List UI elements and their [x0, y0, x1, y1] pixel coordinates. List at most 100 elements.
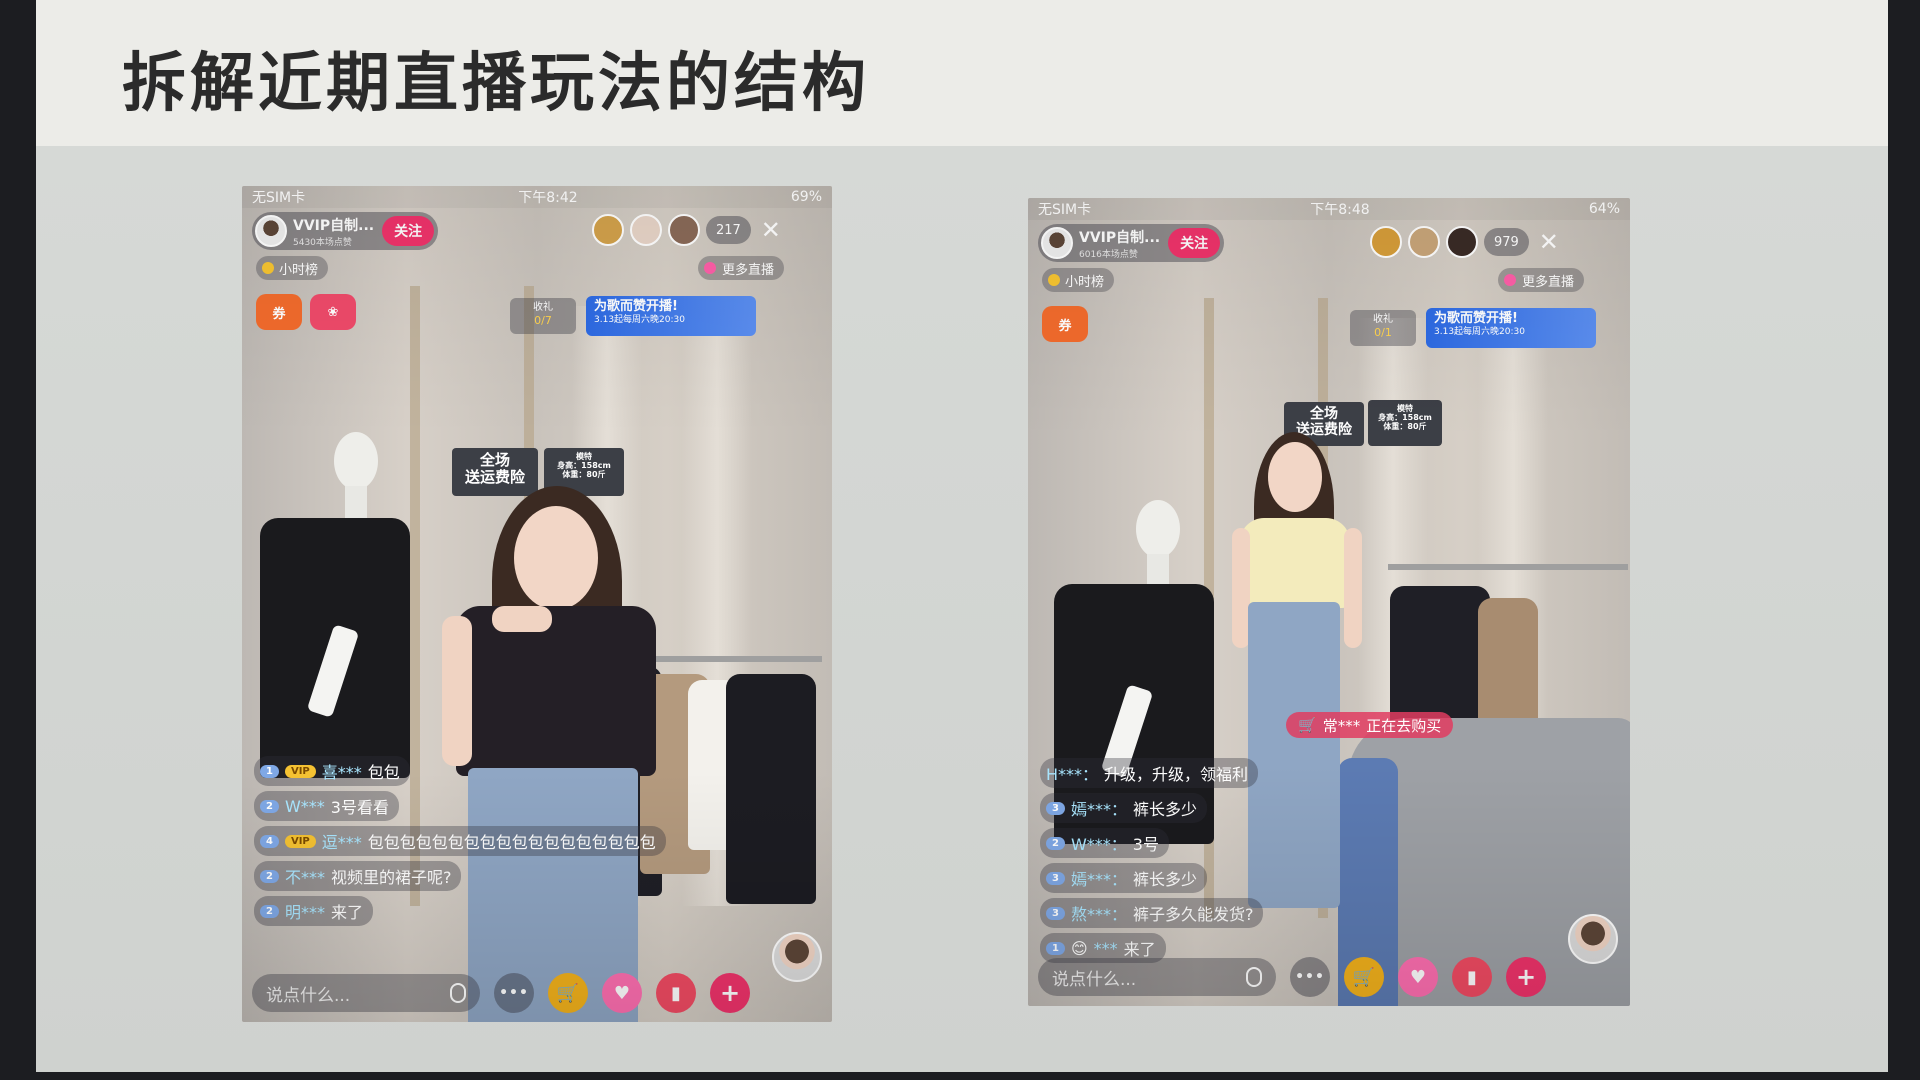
live-icon — [1504, 274, 1516, 286]
user-level-badge: 4 — [260, 834, 279, 848]
bottom-action-bar: 说点什么... ••• 🛒 ♥ ▮ + — [242, 964, 832, 1022]
heart-icon[interactable]: ♥ — [1398, 957, 1438, 997]
live-icon — [704, 262, 716, 274]
more-live-pill[interactable]: 更多直播 — [1498, 268, 1585, 292]
gift-icon[interactable]: ▮ — [1452, 957, 1492, 997]
event-banner[interactable]: 为歌而赞开播! 3.13起每周六晚20:30 — [1426, 308, 1596, 348]
viewer-count[interactable]: 979 — [1484, 228, 1529, 256]
carrier-text: 无SIM卡 — [1038, 202, 1092, 218]
event-banner[interactable]: 为歌而赞开播! 3.13起每周六晚20:30 — [586, 296, 756, 336]
title-band: 拆解近期直播玩法的结构 — [36, 0, 1888, 146]
more-button[interactable]: ••• — [494, 973, 534, 1013]
top-viewers: 979 ✕ — [1370, 226, 1563, 258]
viewer-avatar[interactable] — [592, 214, 624, 246]
chat-text: 包包包包包包包包包包包包包包包包包包 — [367, 833, 656, 852]
host-name: VVIP自制... — [1079, 229, 1161, 246]
chat-text: 包包 — [367, 763, 400, 782]
microphone-icon[interactable] — [1246, 967, 1262, 987]
chat-message: 1 VIP 喜*** 包包 — [254, 756, 410, 786]
livestream-screenshot-right: 全场 送运费险 模特 身高：158cm 体重：80斤 无SIM卡 下午8:48 … — [1028, 198, 1630, 1006]
hanging-jacket — [726, 674, 816, 904]
user-level-badge: 2 — [1046, 836, 1065, 850]
heart-icon[interactable]: ♥ — [602, 973, 642, 1013]
chat-username[interactable]: 明*** — [285, 899, 325, 923]
host-likes: 6016本场点赞 — [1079, 249, 1138, 260]
user-level-badge: 2 — [260, 799, 279, 813]
purchase-text: 正在去购买 — [1366, 716, 1442, 735]
vip-badge: VIP — [284, 764, 316, 778]
gift-progress-box[interactable]: 收礼 0/7 — [510, 298, 576, 334]
more-live-label: 更多直播 — [1522, 274, 1575, 290]
close-icon[interactable]: ✕ — [1535, 228, 1563, 256]
user-level-badge: 3 — [1046, 906, 1065, 920]
chat-text: 裤长多少 — [1132, 870, 1197, 889]
comment-input[interactable]: 说点什么... — [252, 974, 480, 1012]
host-info-pill[interactable]: VVIP自制... 5430本场点赞 关注 — [252, 212, 439, 250]
hourly-rank-pill[interactable]: 小时榜 — [1042, 268, 1115, 292]
gift-progress: 0/1 — [1374, 326, 1392, 339]
chat-username[interactable]: 逗*** — [322, 829, 362, 853]
clothes-rack — [1388, 564, 1628, 570]
coupon-icon[interactable]: 券 — [256, 294, 302, 330]
clock-text: 下午8:42 — [518, 190, 578, 206]
more-live-label: 更多直播 — [722, 262, 775, 278]
chat-text: 裤子多久能发货? — [1132, 905, 1254, 924]
follow-button[interactable]: 关注 — [382, 216, 435, 246]
chat-username[interactable]: 嫣***： — [1071, 866, 1127, 890]
gift-icon[interactable]: ▮ — [656, 973, 696, 1013]
model-info-sign: 模特 身高：158cm 体重：80斤 — [1368, 400, 1442, 446]
follow-button[interactable]: 关注 — [1168, 228, 1221, 258]
rank-label: 小时榜 — [279, 262, 319, 278]
chat-message: H***： 升级，升级，领福利 — [1040, 758, 1259, 788]
top-viewers: 217 ✕ — [592, 214, 785, 246]
comment-placeholder: 说点什么... — [266, 985, 351, 1006]
chat-message: 3 嫣***： 裤长多少 — [1040, 793, 1207, 823]
chat-username[interactable]: 不*** — [285, 864, 325, 888]
host-likes: 5430本场点赞 — [293, 237, 352, 248]
more-button[interactable]: ••• — [1290, 957, 1330, 997]
shopping-cart-icon[interactable]: 🛒 — [1344, 957, 1384, 997]
chat-username[interactable]: 喜*** — [322, 759, 362, 783]
host-avatar[interactable] — [1041, 227, 1073, 259]
chat-text: 来了 — [330, 903, 363, 922]
user-level-badge: 3 — [1046, 871, 1065, 885]
chat-message: 2 明*** 来了 — [254, 896, 373, 926]
gift-progress-box[interactable]: 收礼 0/1 — [1350, 310, 1416, 346]
user-level-badge: 1 — [260, 764, 279, 778]
shopping-cart-icon[interactable]: 🛒 — [548, 973, 588, 1013]
status-bar: 无SIM卡 下午8:42 69% — [242, 186, 832, 208]
chat-username[interactable]: W*** — [285, 797, 325, 816]
viewer-avatar[interactable] — [1370, 226, 1402, 258]
viewer-avatar[interactable] — [668, 214, 700, 246]
host-avatar[interactable] — [255, 215, 287, 247]
hourly-rank-pill[interactable]: 小时榜 — [256, 256, 329, 280]
microphone-icon[interactable] — [450, 983, 466, 1003]
slide-title: 拆解近期直播玩法的结构 — [122, 47, 870, 121]
chat-username[interactable]: H***： — [1046, 761, 1098, 785]
chat-text: 裤长多少 — [1132, 800, 1197, 819]
coupon-icon[interactable]: 券 — [1042, 306, 1088, 342]
chat-username[interactable]: 熬***： — [1071, 901, 1127, 925]
more-live-pill[interactable]: 更多直播 — [698, 256, 785, 280]
chat-feed: H***： 升级，升级，领福利 3 嫣***： 裤长多少 2 W***： 3号 … — [1040, 758, 1264, 968]
banner-subtitle: 3.13起每周六晚20:30 — [1434, 326, 1525, 337]
red-packet-icon[interactable]: ❀ — [310, 294, 356, 330]
plus-button[interactable]: + — [1506, 957, 1546, 997]
bottom-action-bar: 说点什么... ••• 🛒 ♥ ▮ + — [1028, 948, 1630, 1006]
viewer-avatar[interactable] — [1408, 226, 1440, 258]
livestream-screenshot-left: 全场 送运费险 模特 身高：158cm 体重：80斤 无SIM卡 下午8:42 … — [242, 186, 832, 1022]
comment-input[interactable]: 说点什么... — [1038, 958, 1276, 996]
chat-username[interactable]: 嫣***： — [1071, 796, 1127, 820]
gift-box-label: 收礼 — [533, 302, 553, 313]
user-level-badge: 3 — [1046, 801, 1065, 815]
viewer-count[interactable]: 217 — [706, 216, 751, 244]
banner-title: 为歌而赞开播! — [1434, 311, 1518, 326]
viewer-avatar[interactable] — [630, 214, 662, 246]
plus-button[interactable]: + — [710, 973, 750, 1013]
chat-message: 3 熬***： 裤子多久能发货? — [1040, 898, 1264, 928]
close-icon[interactable]: ✕ — [757, 216, 785, 244]
chat-username[interactable]: W***： — [1071, 831, 1127, 855]
viewer-avatar[interactable] — [1446, 226, 1478, 258]
host-info-pill[interactable]: VVIP自制... 6016本场点赞 关注 — [1038, 224, 1225, 262]
gift-progress: 0/7 — [534, 314, 552, 327]
